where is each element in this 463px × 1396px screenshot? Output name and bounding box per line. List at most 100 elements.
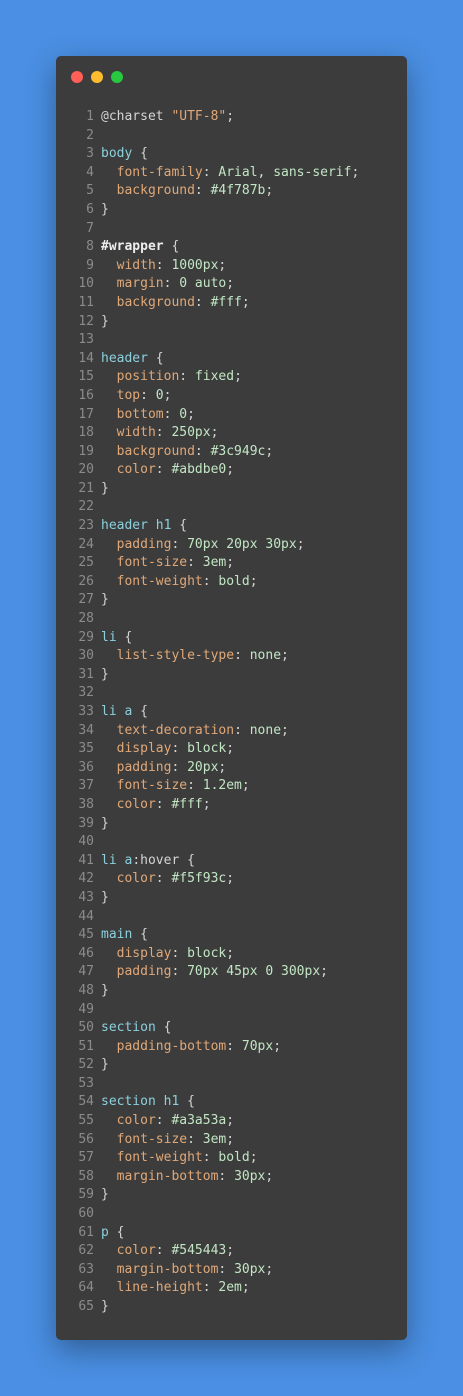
code-token: 3em [202, 1131, 227, 1147]
line-number: 1 [86, 109, 94, 124]
code-token: : [187, 778, 203, 794]
code-line: 16 top: 0; [56, 387, 407, 406]
code-line: 50 section { [56, 1019, 407, 1038]
code-block: 1 @charset "UTF-8"; 2 3 body {4 font-family:… [56, 108, 407, 1317]
code-token: body [101, 146, 133, 162]
code-line: 42 color: #f5f93c; [56, 870, 407, 889]
code-line: 49 [56, 1001, 407, 1020]
line-number: 36 [78, 759, 94, 775]
maximize-window-button[interactable] [111, 71, 123, 83]
code-line: 52} [56, 1056, 407, 1075]
code-token: } [101, 889, 109, 905]
code-line: 3 body { [56, 145, 407, 164]
code-token: : [155, 1243, 172, 1259]
line-content: font-size: 1.2em; [101, 777, 250, 796]
code-token: p [101, 1224, 109, 1240]
code-line: 4 font-family: Arial, sans-serif; [56, 164, 407, 183]
code-line: 63 margin-bottom: 30px; [56, 1261, 407, 1280]
line-content: text-decoration: none; [101, 722, 289, 741]
code-token: 1000px [171, 257, 219, 273]
minimize-window-button[interactable] [91, 71, 103, 83]
code-line: 34 text-decoration: none; [56, 722, 407, 741]
code-line: 55 color: #a3a53a; [56, 1112, 407, 1131]
code-token: } [101, 982, 109, 998]
title-bar [56, 56, 407, 96]
line-number: 31 [78, 666, 94, 682]
code-token: 3em [202, 555, 227, 571]
code-token: font-size [101, 555, 188, 571]
line-content: li a:hover { [101, 852, 195, 871]
code-line: 27} [56, 591, 407, 610]
line-number: 22 [78, 499, 94, 515]
code-token: ; [226, 276, 235, 292]
code-token: ; [265, 183, 274, 199]
code-token: margin-bottom [101, 1261, 219, 1277]
code-token: : [171, 945, 188, 961]
line-content: padding: 70px 45px 0 300px; [101, 963, 328, 982]
code-line: 20 color: #abdbe0; [56, 461, 407, 480]
line-content: } [101, 591, 109, 610]
code-line: 13 [56, 331, 407, 350]
code-token: #a3a53a [171, 1113, 227, 1129]
code-token: section h1 [101, 1094, 180, 1110]
code-line: 36 padding: 20px; [56, 759, 407, 778]
code-token: : [155, 796, 172, 812]
code-token: : [163, 406, 180, 422]
code-line: 32 [56, 684, 407, 703]
code-token: : [194, 183, 211, 199]
code-line: 15 position: fixed; [56, 368, 407, 387]
code-line: 22 [56, 498, 407, 517]
code-token: { [155, 1020, 172, 1036]
line-number: 46 [78, 945, 94, 961]
code-token: color [101, 796, 156, 812]
code-token: #3c949c [210, 443, 266, 459]
code-token: list-style-type [101, 648, 235, 664]
code-token: ; [226, 462, 235, 478]
code-token: : [218, 1168, 235, 1184]
line-number: 44 [78, 908, 94, 924]
line-content: font-size: 3em; [101, 1131, 234, 1150]
line-number: 27 [78, 592, 94, 608]
code-token: font-weight [101, 573, 203, 589]
code-token: : [171, 759, 188, 775]
code-line: 37 font-size: 1.2em; [56, 777, 407, 796]
code-token: li a [101, 852, 133, 868]
code-line: 24 padding: 70px 20px 30px; [56, 536, 407, 555]
code-token: : [202, 1280, 219, 1296]
code-line: 2 [56, 127, 407, 146]
code-token: font-weight [101, 1150, 203, 1166]
line-number: 7 [86, 220, 94, 236]
code-token: : [187, 1131, 203, 1147]
line-number: 61 [78, 1224, 94, 1240]
code-token: ; [218, 257, 227, 273]
code-line: 8 #wrapper { [56, 238, 407, 257]
line-content: color: #a3a53a; [101, 1112, 234, 1131]
code-token: ; [234, 369, 242, 385]
line-number: 28 [78, 611, 94, 627]
code-token: ; [218, 759, 227, 775]
code-token: ; [351, 164, 360, 180]
line-number: 24 [78, 536, 94, 552]
code-line: 54 section h1 { [56, 1093, 407, 1112]
code-token: : [187, 555, 203, 571]
code-line: 62 color: #545443; [56, 1242, 407, 1261]
line-number: 62 [78, 1243, 94, 1259]
code-token: Arial, sans-serif [218, 164, 352, 180]
line-number: 50 [78, 1020, 94, 1036]
line-number: 34 [78, 722, 94, 738]
line-content: position: fixed; [101, 368, 242, 387]
close-window-button[interactable] [71, 71, 83, 83]
code-token: ; [226, 1243, 235, 1259]
code-token: ; [249, 1150, 258, 1166]
code-token: line-height [101, 1280, 203, 1296]
code-token: : [234, 648, 250, 664]
code-line: 23 header h1 { [56, 517, 407, 536]
line-content: } [101, 480, 109, 499]
code-token: #abdbe0 [171, 462, 227, 478]
code-line: 18 width: 250px; [56, 424, 407, 443]
code-token: ; [265, 1261, 274, 1277]
code-token: "UTF-8" [171, 109, 227, 124]
line-content: background: #3c949c; [101, 443, 274, 462]
code-token: 1.2em [202, 778, 242, 794]
code-token: { [132, 704, 148, 719]
